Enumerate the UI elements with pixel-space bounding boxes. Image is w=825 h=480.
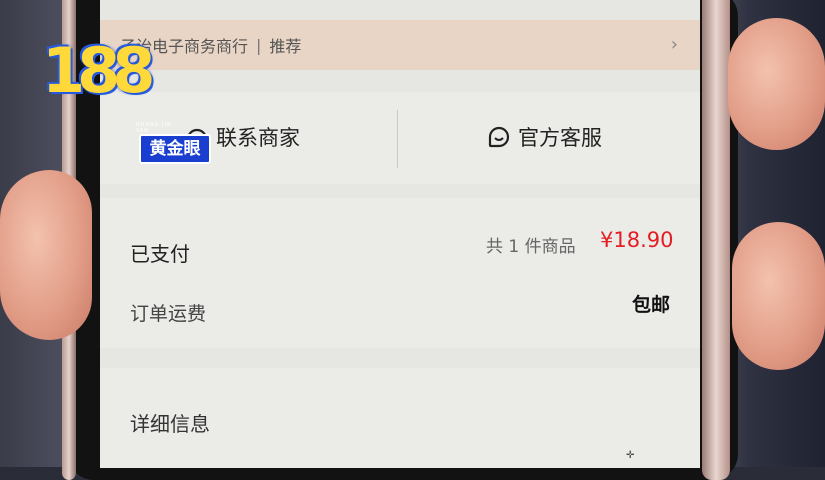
finger-left [0, 170, 92, 340]
logo-number: 188 [42, 34, 155, 107]
chevron-right-icon[interactable]: › [671, 34, 678, 55]
order-price: ¥18.90 [600, 228, 674, 252]
cursor-icon: ✛ [626, 450, 635, 461]
official-service-button[interactable]: 官方客服 [486, 122, 602, 152]
finger-right-bottom [732, 222, 825, 370]
store-bar[interactable]: 子诒电子商务商行 | 推荐 › [100, 20, 700, 70]
details-section[interactable]: 详细信息 ✛ [100, 368, 700, 468]
phone-edge-right [702, 0, 730, 480]
logo-pinyin: HUANG JIN YAN [136, 122, 172, 134]
contact-divider [397, 110, 398, 168]
store-tag: 推荐 [269, 37, 302, 56]
store-separator: | [256, 35, 262, 55]
item-count: 共 1 件商品 [486, 237, 576, 257]
order-status: 已支付 [130, 242, 190, 266]
finger-right-top [728, 18, 825, 150]
channel-logo: 188 HUANG JIN YAN 黄金眼 [42, 34, 211, 164]
logo-label: 黄金眼 [139, 134, 211, 164]
contact-merchant-label: 联系商家 [216, 126, 300, 150]
order-summary-card: 已支付 共 1 件商品 ¥18.90 订单运费 包邮 [100, 198, 700, 348]
chat-bubble-icon [488, 126, 510, 148]
phone-screen: 子诒电子商务商行 | 推荐 › 联系商家 官方客服 已支付 共 1 件商品 ¥1… [100, 0, 700, 468]
shipping-value: 包邮 [632, 294, 671, 316]
shipping-label: 订单运费 [130, 303, 207, 325]
official-service-label: 官方客服 [518, 126, 602, 150]
details-title: 详细信息 [130, 412, 210, 436]
